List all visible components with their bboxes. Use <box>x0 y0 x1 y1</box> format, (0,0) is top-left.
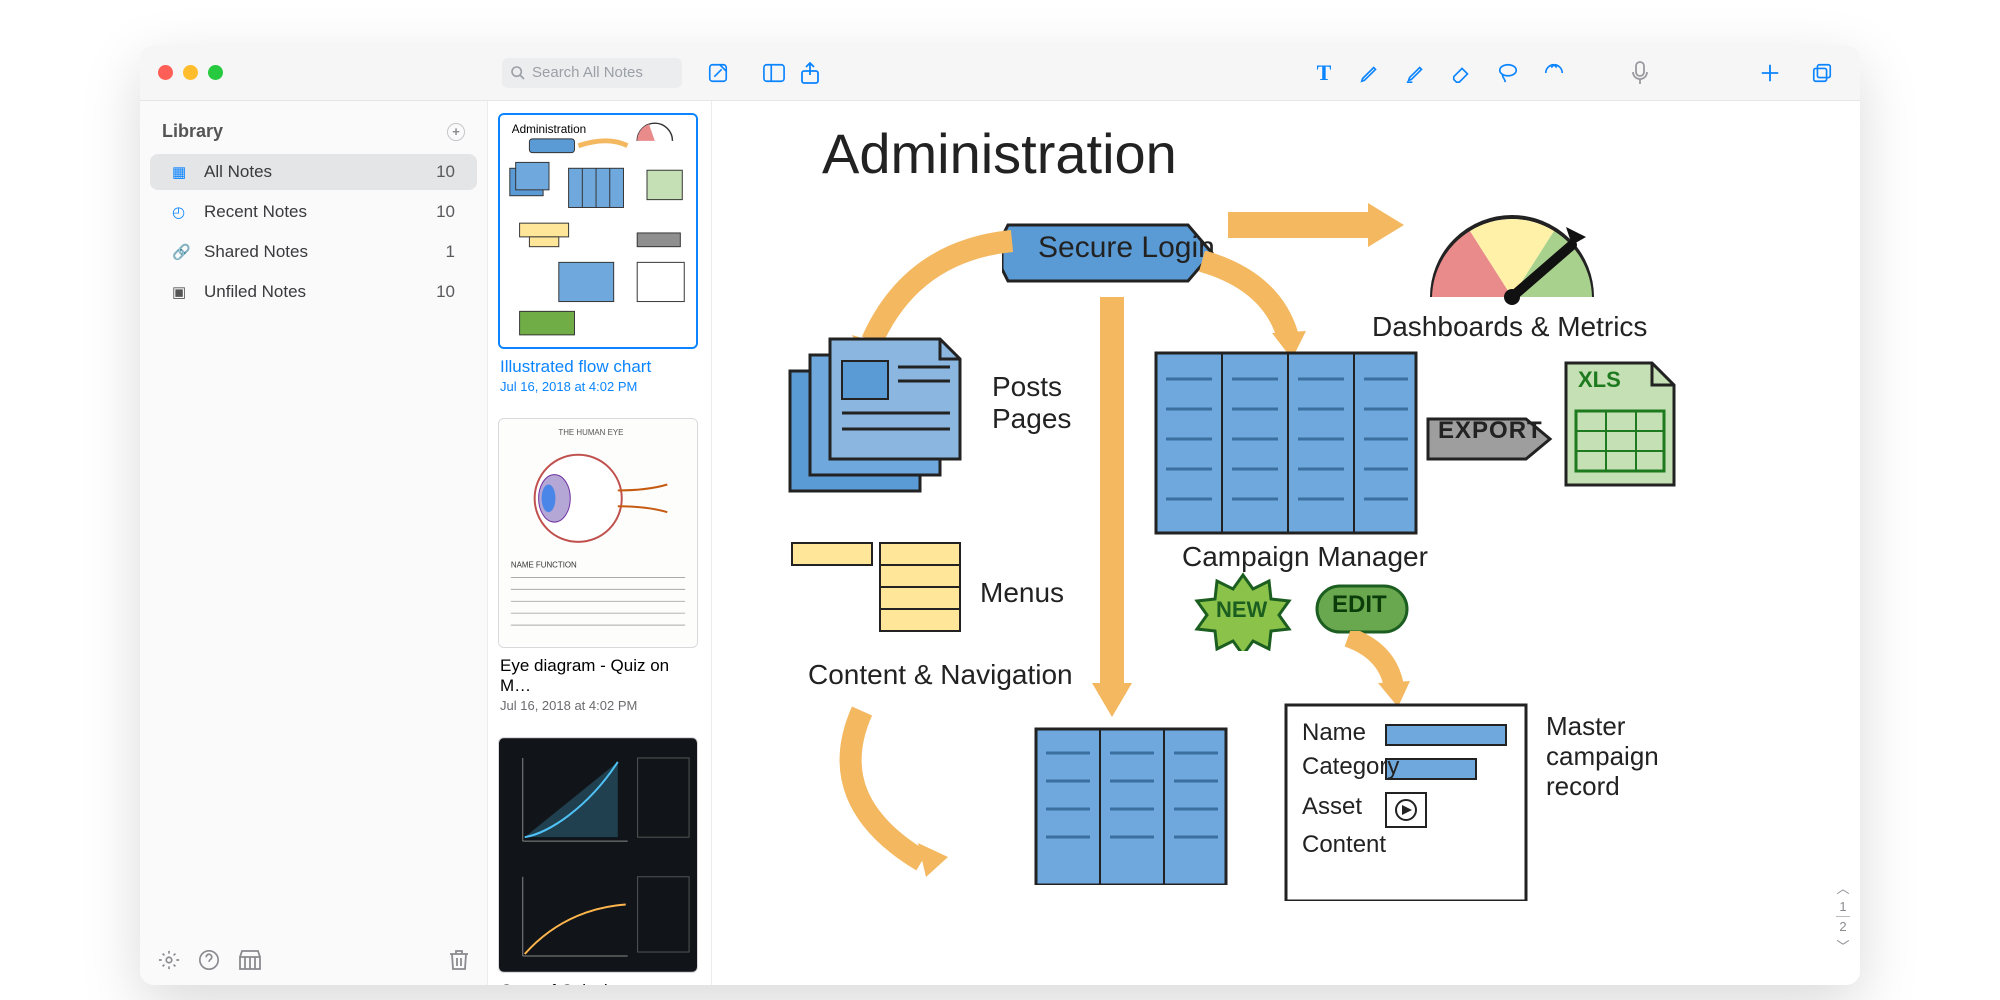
add-library-button[interactable]: + <box>447 123 465 141</box>
sidebar-header: Library <box>162 121 223 142</box>
note-title: Eye diagram - Quiz on M… <box>500 656 699 696</box>
app-window: Search All Notes T <box>140 45 1860 985</box>
sidebar-item-label: Recent Notes <box>204 202 307 222</box>
svg-text:NAME FUNCTION: NAME FUNCTION <box>511 561 577 570</box>
master-label-3: record <box>1546 771 1620 802</box>
master-label-2: campaign <box>1546 741 1659 772</box>
new-label: NEW <box>1216 597 1267 623</box>
spreadsheet-icon <box>1152 349 1422 539</box>
recent-icon: ◴ <box>172 203 194 221</box>
more-options-button[interactable]: ⋮ <box>1852 59 1860 87</box>
help-icon <box>198 949 220 971</box>
note-thumbnail[interactable] <box>498 737 698 973</box>
sidebar-item-count: 10 <box>436 282 455 302</box>
eraser-tool-button[interactable] <box>1448 59 1476 87</box>
arrow-icon <box>1082 297 1142 727</box>
microphone-button[interactable] <box>1626 59 1654 87</box>
minimize-window-button[interactable] <box>183 65 198 80</box>
sidebar-item-recent-notes[interactable]: ◴ Recent Notes 10 <box>150 194 477 230</box>
note-title: Illustrated flow chart <box>500 357 699 377</box>
master-label-1: Master <box>1546 711 1625 742</box>
share-button[interactable] <box>796 59 824 87</box>
note-date: Jul 16, 2018 at 4:02 PM <box>500 698 699 713</box>
xls-label: XLS <box>1578 367 1621 393</box>
pen-tool-button[interactable] <box>1356 59 1384 87</box>
campaign-mgr-label: Campaign Manager <box>1182 541 1428 573</box>
shared-icon: 🔗 <box>172 243 194 261</box>
note-thumbnail[interactable]: THE HUMAN EYE NAME FUNCTION <box>498 418 698 648</box>
note-date: Jul 16, 2018 at 4:02 PM <box>500 379 699 394</box>
store-button[interactable] <box>238 949 262 971</box>
sidebar: Library + ▦ All Notes 10 ◴ Recent Notes … <box>140 101 488 985</box>
gear-icon <box>158 949 180 971</box>
page-down-icon[interactable]: ﹀ <box>1836 936 1849 955</box>
trash-icon <box>449 949 469 971</box>
posts-label: Posts <box>992 371 1062 403</box>
sidebar-item-unfiled-notes[interactable]: ▣ Unfiled Notes 10 <box>150 274 477 310</box>
sidebar-item-label: Shared Notes <box>204 242 308 262</box>
sidebar-item-count: 10 <box>436 202 455 222</box>
sidebar-item-all-notes[interactable]: ▦ All Notes 10 <box>150 154 477 190</box>
store-icon <box>238 949 262 971</box>
form-name-label: Name <box>1302 719 1366 747</box>
close-window-button[interactable] <box>158 65 173 80</box>
menus-label: Menus <box>980 577 1064 609</box>
search-placeholder: Search All Notes <box>532 64 643 81</box>
note-canvas[interactable]: Administration Secure Login Dashboar <box>712 101 1860 985</box>
arrow-icon <box>1328 631 1418 711</box>
form-content-label: Content <box>1302 831 1386 859</box>
note-title: Core of Calculus <box>500 981 699 985</box>
sidebar-item-count: 10 <box>436 162 455 182</box>
canvas-title: Administration <box>822 121 1177 186</box>
page-total: 2 <box>1839 919 1846 934</box>
note-thumbnail[interactable]: Administration <box>498 113 698 349</box>
view-mode-button[interactable] <box>760 59 788 87</box>
form-asset-label: Asset <box>1302 793 1362 821</box>
lasso-tool-button[interactable] <box>1494 59 1522 87</box>
page-indicator[interactable]: ︿ 1 2 ﹀ <box>1836 878 1850 955</box>
unfiled-icon: ▣ <box>172 283 194 301</box>
help-button[interactable] <box>198 949 220 971</box>
highlighter-tool-button[interactable] <box>1402 59 1430 87</box>
svg-text:THE HUMAN EYE: THE HUMAN EYE <box>558 428 623 437</box>
menus-icon <box>788 539 968 639</box>
trash-button[interactable] <box>449 949 469 971</box>
note-list[interactable]: Administration Illustrated flow chart Ju… <box>488 101 712 985</box>
pages-label: Pages <box>992 403 1071 435</box>
arrow-icon <box>1192 251 1312 361</box>
shape-tool-button[interactable] <box>1540 59 1568 87</box>
edit-label: EDIT <box>1332 591 1387 619</box>
sidebar-item-label: All Notes <box>204 162 272 182</box>
gauge-icon <box>1412 201 1612 311</box>
all-notes-icon: ▦ <box>172 163 194 181</box>
titlebar: Search All Notes T <box>140 45 1860 101</box>
spreadsheet-icon <box>1032 725 1232 885</box>
page-up-icon[interactable]: ︿ <box>1836 878 1849 897</box>
arrow-icon <box>802 701 1002 881</box>
window-controls <box>158 65 223 80</box>
text-tool-button[interactable]: T <box>1310 59 1338 87</box>
maximize-window-button[interactable] <box>208 65 223 80</box>
content-nav-label: Content & Navigation <box>808 659 1073 691</box>
duplicate-button[interactable] <box>1808 59 1836 87</box>
sidebar-item-shared-notes[interactable]: 🔗 Shared Notes 1 <box>150 234 477 270</box>
secure-login-label: Secure Login <box>1038 231 1215 265</box>
settings-button[interactable] <box>158 949 180 971</box>
sidebar-item-count: 1 <box>446 242 455 262</box>
page-current: 1 <box>1839 899 1846 914</box>
add-button[interactable] <box>1756 59 1784 87</box>
documents-icon <box>782 331 982 501</box>
dashboards-label: Dashboards & Metrics <box>1372 311 1647 343</box>
search-input[interactable]: Search All Notes <box>502 58 682 88</box>
form-category-label: Category <box>1302 753 1399 781</box>
search-icon <box>510 65 526 81</box>
svg-text:Administration: Administration <box>512 123 586 136</box>
export-label: EXPORT <box>1438 417 1543 445</box>
sidebar-item-label: Unfiled Notes <box>204 282 306 302</box>
new-note-button[interactable] <box>704 59 732 87</box>
